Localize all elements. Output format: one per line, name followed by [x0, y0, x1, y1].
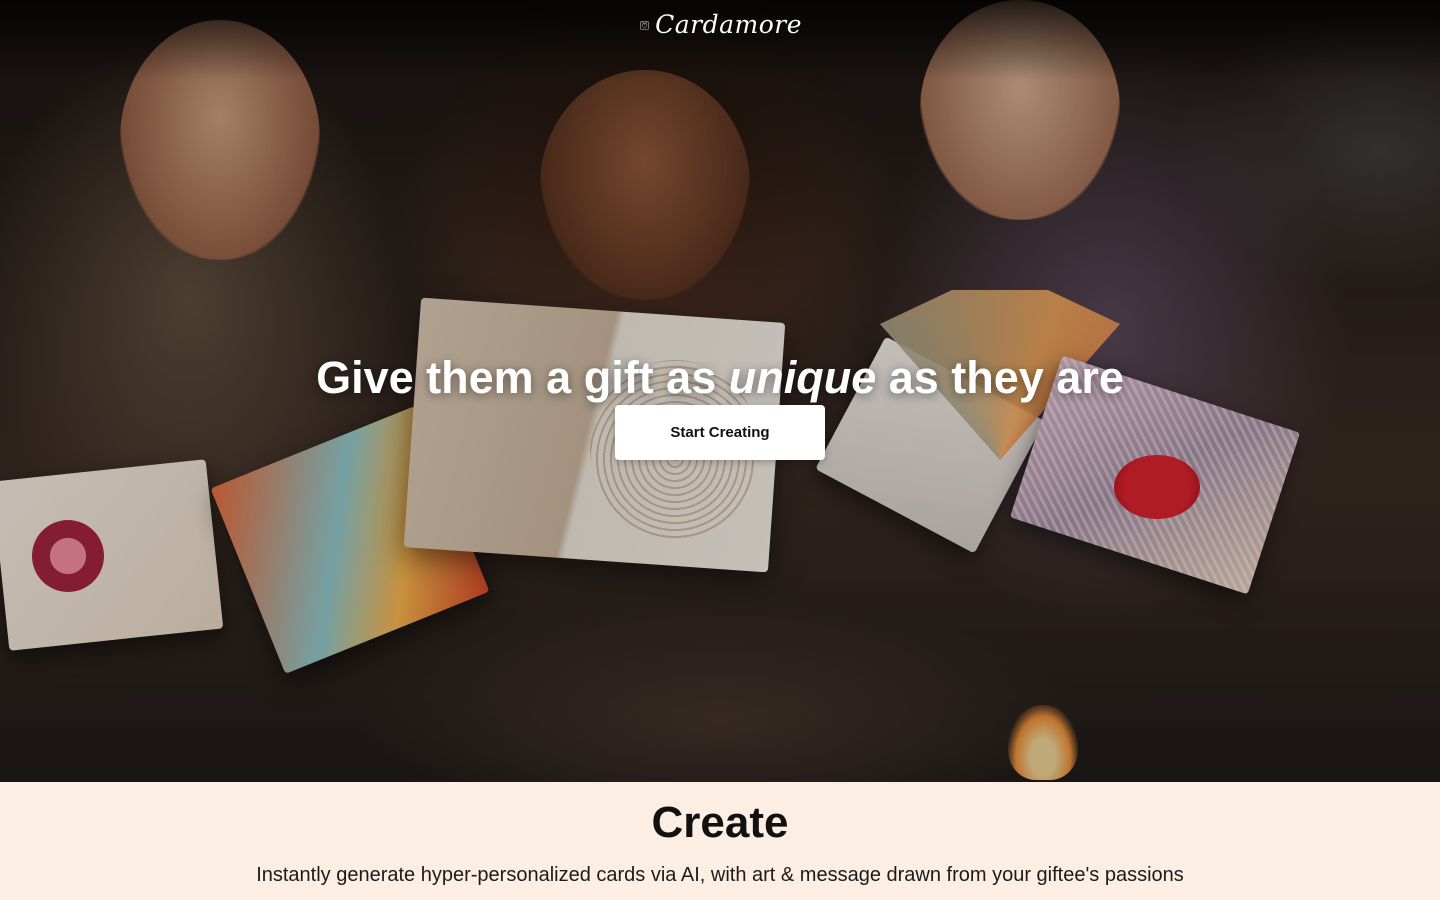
headline-part-2: as they are — [876, 352, 1124, 404]
hero-headline: Give them a gift as unique as they are — [0, 348, 1440, 408]
feature-title: Create — [651, 798, 789, 847]
headline-part-1: Give them a gift as — [316, 352, 729, 404]
brand-logo[interactable]: Cardamore — [640, 9, 802, 41]
create-feature-section: Create Instantly generate hyper-personal… — [0, 782, 1440, 900]
headline-emphasis: unique — [728, 352, 877, 404]
heart-card-icon — [640, 21, 649, 29]
hero-section: Cardamore Give them a gift as unique as … — [0, 0, 1440, 782]
brand-name: Cardamore — [655, 10, 802, 39]
feature-description: Instantly generate hyper-personalized ca… — [256, 864, 1184, 886]
start-creating-button[interactable]: Start Creating — [615, 405, 825, 460]
